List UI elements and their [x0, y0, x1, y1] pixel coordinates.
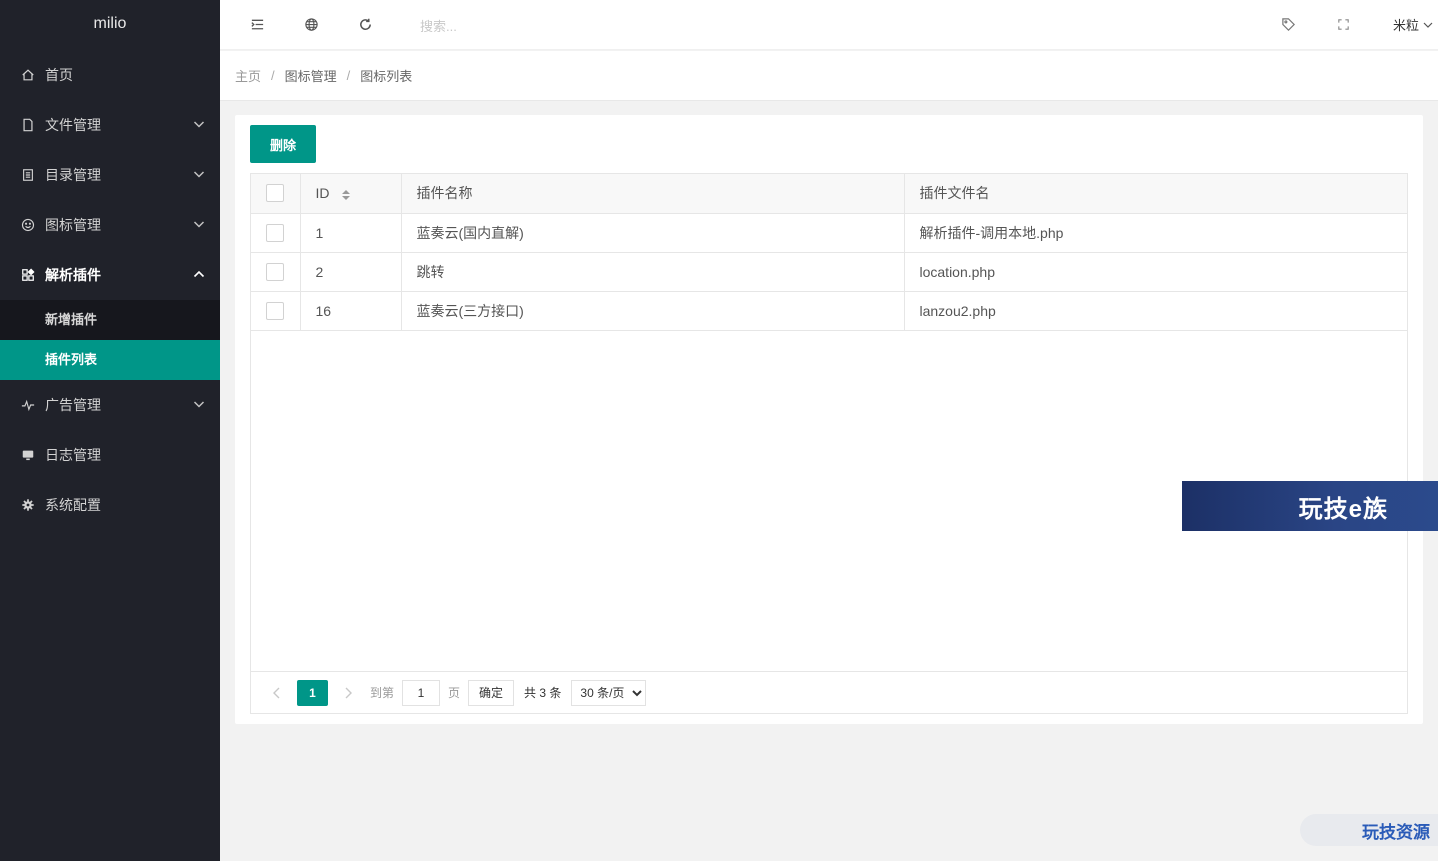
chevron-down-icon	[1423, 22, 1433, 28]
fullscreen-icon	[1337, 18, 1349, 30]
sidebar-item-label: 目录管理	[45, 167, 101, 183]
table-row[interactable]: 1 蓝奏云(国内直解) 解析插件-调用本地.php	[251, 213, 1407, 253]
top-header: 米粒	[220, 0, 1438, 50]
sidebar-item-label: 广告管理	[45, 397, 101, 413]
theme-button[interactable]	[1278, 14, 1298, 34]
chevron-left-icon	[273, 687, 280, 698]
chevron-down-icon	[193, 221, 205, 228]
row-checkbox[interactable]	[266, 262, 284, 281]
breadcrumb-separator: /	[271, 68, 275, 83]
cell-file: 解析插件-调用本地.php	[904, 213, 1407, 253]
chevron-down-icon	[193, 121, 205, 128]
goto-confirm-button[interactable]: 确定	[468, 679, 515, 706]
cell-name: 蓝奏云(国内直解)	[401, 213, 905, 253]
chevron-down-icon	[193, 171, 205, 178]
breadcrumb-home[interactable]: 主页	[235, 66, 261, 85]
sidebar-item-label: 解析插件	[45, 267, 101, 283]
cell-file: location.php	[904, 252, 1407, 292]
row-select-cell	[251, 252, 301, 292]
breadcrumb: 主页 / 图标管理 / 图标列表	[220, 51, 1438, 101]
sidebar-item-directory[interactable]: 目录管理	[0, 150, 220, 200]
breadcrumb-separator: /	[346, 68, 351, 83]
sidebar-item-files[interactable]: 文件管理	[0, 100, 220, 150]
column-header-file: 插件文件名	[904, 174, 1407, 214]
cell-id: 2	[300, 252, 402, 292]
chevron-down-icon	[193, 401, 205, 408]
menu-toggle-button[interactable]	[247, 14, 267, 34]
row-checkbox[interactable]	[266, 223, 284, 242]
page-size-select[interactable]: 30 条/页	[571, 679, 647, 706]
delete-button[interactable]: 删除	[250, 125, 316, 163]
goto-label: 到第	[370, 686, 395, 700]
file-icon	[20, 117, 36, 133]
globe-icon	[304, 17, 318, 31]
breadcrumb-item[interactable]: 图标管理	[285, 66, 337, 85]
total-count: 共 3 条	[524, 686, 562, 700]
sidebar-item-logs[interactable]: 日志管理	[0, 430, 220, 480]
tag-icon	[1281, 17, 1295, 31]
cell-name: 蓝奏云(三方接口)	[401, 291, 905, 331]
watermark-banner: 玩技e族	[1182, 481, 1438, 531]
row-checkbox[interactable]	[266, 301, 284, 320]
home-icon	[20, 67, 36, 83]
sidebar-item-label: 文件管理	[45, 117, 101, 133]
search-input[interactable]	[420, 15, 600, 37]
row-select-cell	[251, 291, 301, 331]
next-page-button[interactable]	[340, 685, 356, 701]
website-button[interactable]	[301, 14, 321, 34]
user-name: 米粒	[1392, 18, 1419, 33]
table-row[interactable]: 2 跳转 location.php	[251, 252, 1407, 292]
sidebar: milio 首页 文件管理 目录管理 图标管理 解析插件 新增插件 插件列表 广…	[0, 0, 220, 861]
sidebar-item-ads[interactable]: 广告管理	[0, 380, 220, 430]
sidebar-subitem-add-plugin[interactable]: 新增插件	[0, 300, 220, 340]
plugin-table: ID 插件名称 插件文件名 1 蓝奏云(国内直解) 解析插件-调用本地.php …	[250, 173, 1408, 714]
page-label: 页	[448, 686, 461, 700]
list-icon	[20, 167, 36, 183]
pagination: 1 到第 页 确定 共 3 条 30 条/页	[251, 671, 1407, 713]
select-all-cell	[251, 174, 301, 214]
prev-page-button[interactable]	[269, 685, 285, 701]
gear-icon	[20, 497, 36, 513]
monitor-icon	[20, 447, 36, 463]
row-select-cell	[251, 213, 301, 253]
user-menu[interactable]: 米粒	[1393, 15, 1434, 34]
menu-fold-icon	[250, 19, 263, 29]
cell-id: 1	[300, 213, 402, 253]
table-row[interactable]: 16 蓝奏云(三方接口) lanzou2.php	[251, 291, 1407, 331]
column-header-name: 插件名称	[401, 174, 905, 214]
sidebar-item-plugins[interactable]: 解析插件	[0, 250, 220, 300]
current-page[interactable]: 1	[297, 679, 328, 706]
plugins-submenu: 新增插件 插件列表	[0, 300, 220, 380]
content-card: 删除 ID 插件名称 插件文件名 1 蓝奏云(国内直解) 解析插件-调用本地.p…	[235, 115, 1423, 724]
sidebar-item-label: 系统配置	[45, 497, 101, 513]
fullscreen-button[interactable]	[1333, 14, 1353, 34]
chevron-up-icon	[193, 270, 205, 278]
cell-id: 16	[300, 291, 402, 331]
refresh-icon	[359, 18, 371, 30]
breadcrumb-current: 图标列表	[360, 69, 413, 84]
apps-icon	[20, 267, 36, 283]
sort-icon[interactable]	[341, 189, 351, 201]
chevron-right-icon	[345, 687, 352, 698]
smile-icon	[20, 217, 36, 233]
sidebar-item-icons[interactable]: 图标管理	[0, 200, 220, 250]
sidebar-subitem-plugin-list[interactable]: 插件列表	[0, 340, 220, 380]
column-header-id[interactable]: ID	[300, 174, 402, 214]
pulse-icon	[20, 397, 36, 413]
app-logo[interactable]: milio	[0, 0, 220, 50]
sidebar-item-label: 图标管理	[45, 217, 101, 233]
sidebar-item-label: 日志管理	[45, 447, 101, 463]
watermark-corner: 玩技资源	[1300, 814, 1438, 846]
table-header-row: ID 插件名称 插件文件名	[251, 174, 1407, 214]
refresh-button[interactable]	[355, 14, 375, 34]
sidebar-item-settings[interactable]: 系统配置	[0, 480, 220, 530]
sidebar-item-home[interactable]: 首页	[0, 50, 220, 100]
goto-page-input[interactable]	[402, 679, 441, 706]
sidebar-item-label: 首页	[45, 67, 73, 83]
cell-name: 跳转	[401, 252, 905, 292]
select-all-checkbox[interactable]	[266, 184, 284, 203]
cell-file: lanzou2.php	[904, 291, 1407, 331]
